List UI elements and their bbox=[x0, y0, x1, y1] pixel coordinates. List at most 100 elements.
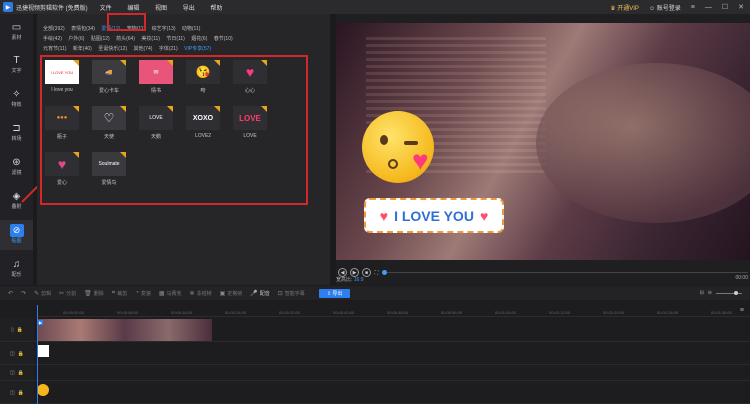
speed-button[interactable]: ◔ 变速 bbox=[135, 290, 151, 297]
time-readout: 00:00 bbox=[735, 275, 748, 281]
voiceover-button[interactable]: 🎤 配音 bbox=[250, 290, 270, 297]
undo-button[interactable]: ↶ bbox=[8, 290, 13, 297]
tab-outdoor[interactable]: 户外(6) bbox=[68, 35, 84, 42]
tab-holiday[interactable]: 节日(11) bbox=[166, 35, 185, 42]
close-icon[interactable]: ✕ bbox=[738, 3, 744, 11]
layer-icon: ◫ bbox=[10, 370, 15, 376]
tab-new-year[interactable]: 新年(40) bbox=[73, 45, 92, 52]
tab-animals[interactable]: 动物(11) bbox=[182, 25, 201, 32]
tick-label: 00:00:00:00 bbox=[63, 310, 85, 315]
edit-button[interactable]: ✎ 剪辑 bbox=[34, 290, 51, 297]
kiss-emoji-sticker[interactable]: ♥ bbox=[362, 111, 434, 183]
lock-icon[interactable]: 🔒 bbox=[18, 370, 24, 376]
track-header: ◫ 🔒 bbox=[0, 343, 34, 364]
minimize-icon[interactable]: — bbox=[705, 4, 712, 11]
lock-icon[interactable]: 🔒 bbox=[17, 327, 23, 333]
tool-label: 变速 bbox=[140, 290, 151, 297]
fullscreen-icon[interactable]: ⛶ bbox=[372, 268, 381, 277]
tick-label: 00:00:56:00 bbox=[441, 310, 463, 315]
maximize-icon[interactable]: ☐ bbox=[722, 3, 728, 11]
sidebar-item-label: 配乐 bbox=[11, 272, 22, 278]
sidebar-item-transition[interactable]: ⊐ 转场 bbox=[0, 119, 33, 149]
tick-label: 00:00:24:00 bbox=[225, 310, 247, 315]
freeze-icon: ❄ bbox=[189, 290, 195, 297]
vip-button[interactable]: ♛ 开通VIP bbox=[610, 3, 639, 12]
mosaic-button[interactable]: ▦ 马赛克 bbox=[159, 290, 182, 297]
sidebar-item-label: 贴图 bbox=[11, 238, 22, 244]
undo-icon: ↶ bbox=[8, 290, 14, 297]
aspect-value: 16:9 bbox=[353, 277, 364, 283]
sidebar-item-filter[interactable]: ⊛ 滤镜 bbox=[0, 153, 33, 183]
tab-beauty[interactable]: 美妆(11) bbox=[141, 35, 160, 42]
auto-subtitle-button[interactable]: ⊡ 智能字幕 bbox=[278, 290, 305, 297]
menu-help[interactable]: 帮助 bbox=[210, 6, 222, 12]
tab-hand-drawn[interactable]: 手绘(42) bbox=[43, 35, 62, 42]
tab-row: 元宵节(11) 新年(40) 圣诞快乐(12) 其他(74) 字体(21) VI… bbox=[43, 45, 333, 55]
tab-lantern-festival[interactable]: 元宵节(11) bbox=[43, 45, 67, 52]
seek-knob[interactable] bbox=[382, 270, 387, 275]
playhead[interactable] bbox=[37, 305, 38, 404]
video-clip[interactable]: ▶ bbox=[37, 319, 212, 341]
tab-row: 全部(392) 表情包(34) 爱情(12) 宠物(11) 综艺字(13) 动物… bbox=[43, 25, 333, 35]
emoji-clip[interactable] bbox=[37, 384, 49, 396]
tick-label: 00:00:40:00 bbox=[333, 310, 355, 315]
sidebar-item-overlay[interactable]: ◈ 叠附 bbox=[0, 187, 33, 217]
tab-variety-text[interactable]: 综艺字(13) bbox=[152, 25, 176, 32]
sidebar-item-sticker[interactable]: ⊘ 贴图 bbox=[0, 220, 33, 250]
sticker-clip[interactable] bbox=[37, 345, 49, 357]
aspect-ratio[interactable]: 宽高比: 16:9 bbox=[336, 276, 364, 283]
tab-arrows[interactable]: 箭头(64) bbox=[116, 35, 135, 42]
tool-label: 智能字幕 bbox=[284, 290, 305, 297]
tab-all[interactable]: 全部(392) bbox=[43, 25, 65, 32]
still-frame-button[interactable]: ▣ 定格帧 bbox=[220, 290, 243, 297]
tab-other[interactable]: 其他(74) bbox=[134, 45, 153, 52]
tab-fireworks[interactable]: 烟花(6) bbox=[191, 35, 207, 42]
trash-icon: 🗑 bbox=[84, 290, 92, 297]
export-button[interactable]: ⇪ 导出 bbox=[318, 288, 351, 298]
sidebar-item-text[interactable]: T 文字 bbox=[0, 51, 33, 81]
text-icon: T bbox=[13, 55, 20, 66]
menu-edit[interactable]: 编辑 bbox=[127, 6, 139, 12]
fit-icon[interactable]: ⊟ bbox=[700, 290, 704, 296]
menu-file[interactable]: 文件 bbox=[100, 6, 112, 12]
redo-button[interactable]: ↷ bbox=[21, 290, 26, 297]
emoji-eye bbox=[380, 135, 388, 145]
tool-label: 冻结帧 bbox=[196, 290, 212, 297]
account-button[interactable]: ☺ 账号登录 bbox=[649, 3, 681, 12]
app-title: 迅捷视频剪辑软件 (免费版) bbox=[16, 5, 88, 12]
music-icon: ♫ bbox=[12, 259, 21, 270]
sidebar-item-effects[interactable]: ✧ 特效 bbox=[0, 85, 33, 115]
freeze-frame-button[interactable]: ❄ 冻结帧 bbox=[190, 290, 212, 297]
split-button[interactable]: ✂ 分割 bbox=[59, 290, 76, 297]
menu-view[interactable]: 视图 bbox=[155, 6, 167, 12]
tab-stickers[interactable]: 贴图(12) bbox=[91, 35, 110, 42]
seek-bar[interactable] bbox=[382, 270, 748, 275]
menu-icon[interactable]: ≡ bbox=[691, 4, 695, 11]
sidebar-item-music[interactable]: ♫ 配乐 bbox=[0, 255, 33, 285]
lock-icon[interactable]: 🔒 bbox=[18, 351, 24, 357]
menu-export[interactable]: 导出 bbox=[183, 6, 195, 12]
zoom-slider[interactable] bbox=[716, 290, 742, 295]
tab-row: 手绘(42) 户外(6) 贴图(12) 箭头(64) 美妆(11) 节日(11)… bbox=[43, 35, 333, 45]
delete-button[interactable]: 🗑 删除 bbox=[84, 290, 104, 297]
tick-label: 00:01:36:00 bbox=[711, 310, 733, 315]
lock-icon[interactable]: 🔒 bbox=[18, 390, 24, 396]
heart-icon: ♥ bbox=[379, 207, 389, 224]
tick-label: 00:00:32:00 bbox=[279, 310, 301, 315]
crop-button[interactable]: ⌗ 裁剪 bbox=[112, 290, 127, 297]
scissors-icon: ✂ bbox=[59, 290, 65, 297]
tool-label: 剪辑 bbox=[41, 290, 52, 297]
tab-vip[interactable]: VIP专享(57) bbox=[184, 45, 211, 52]
tool-label: 裁剪 bbox=[117, 290, 128, 297]
tool-label: 配音 bbox=[259, 290, 270, 297]
filter-icon: ⊛ bbox=[12, 157, 21, 168]
i-love-you-sticker[interactable]: ♥ I LOVE YOU ♥ bbox=[364, 198, 504, 233]
tab-spring-festival[interactable]: 春节(10) bbox=[214, 35, 233, 42]
sticker-track-1: ◫ 🔒 bbox=[0, 343, 750, 365]
tab-emoji[interactable]: 表情包(34) bbox=[71, 25, 95, 32]
tab-christmas[interactable]: 圣诞快乐(12) bbox=[98, 45, 127, 52]
tab-fonts[interactable]: 字体(21) bbox=[159, 45, 178, 52]
zoom-out-icon[interactable]: ⊖ bbox=[708, 290, 712, 296]
time-ruler[interactable]: 00:00:00:00 00:00:08:00 00:00:16:00 00:0… bbox=[37, 305, 750, 317]
sidebar-item-media[interactable]: ▭ 素材 bbox=[0, 18, 33, 48]
